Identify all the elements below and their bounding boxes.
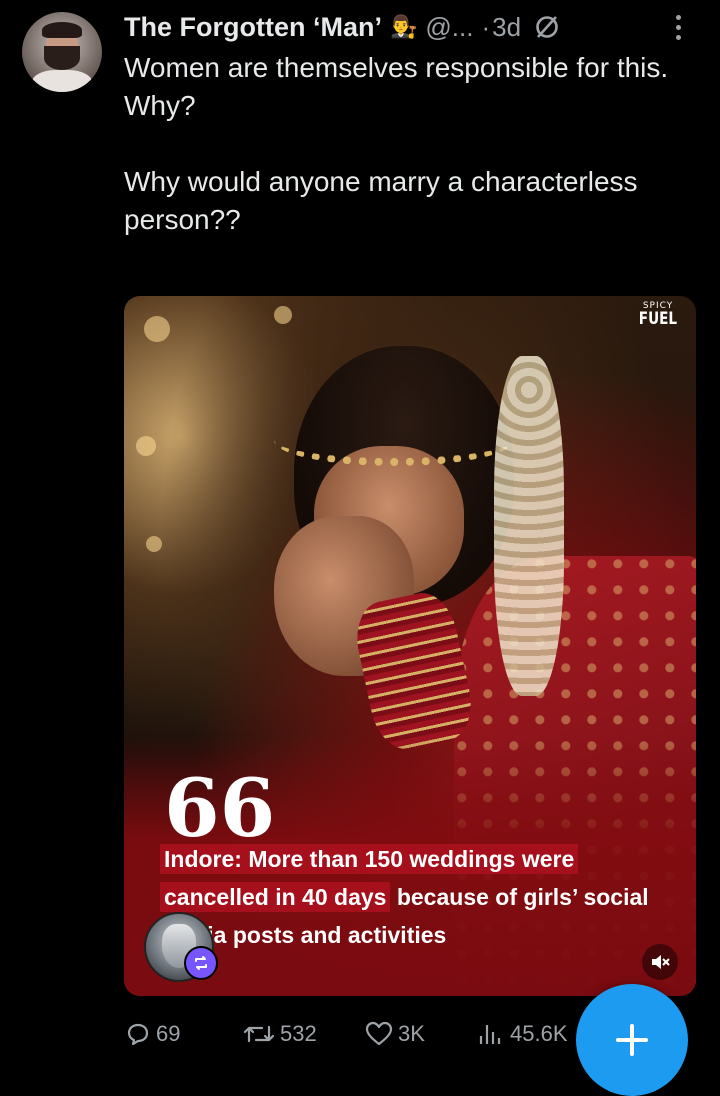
views-count: 45.6K: [510, 1021, 568, 1046]
author-name[interactable]: The Forgotten ‘Man’: [124, 12, 382, 43]
avatar-hair-shape: [42, 22, 82, 38]
head-jewelry-shape: [274, 414, 514, 466]
compose-button[interactable]: [576, 984, 688, 1096]
author-handle[interactable]: @...: [425, 12, 473, 43]
bokeh-light: [274, 306, 292, 324]
bokeh-light: [144, 316, 170, 342]
avatar-body-shape: [32, 70, 92, 92]
post-header: The Forgotten ‘Man’ 👨‍⚖️ @... · 3d: [124, 10, 561, 44]
reply-button[interactable]: 69: [124, 1016, 180, 1052]
post-text: Women are themselves responsible for thi…: [124, 52, 669, 235]
flower-garland-shape: [494, 356, 564, 696]
repost-count: 532: [280, 1021, 317, 1046]
media-headline: Indore: More than 150 weddings were canc…: [160, 840, 680, 954]
post-media-video[interactable]: SPICY FUEL 66 Indore: More than 150 wedd…: [124, 296, 696, 996]
author-avatar[interactable]: [22, 12, 102, 92]
bangles-shape: [349, 587, 479, 755]
time-separator: ·: [481, 11, 491, 42]
brand-logo: SPICY FUEL: [634, 302, 682, 328]
repost-button[interactable]: 532: [242, 1016, 317, 1052]
bokeh-light: [146, 536, 162, 552]
avatar-beard-shape: [44, 46, 80, 70]
post-actions: 69 532 3K 45.6K: [124, 1016, 584, 1052]
like-count: 3K: [398, 1021, 425, 1046]
reply-icon: [127, 1023, 149, 1046]
repost-badge-icon: [184, 946, 218, 980]
reply-count: 69: [156, 1021, 181, 1046]
author-emoji: 👨‍⚖️: [389, 14, 418, 39]
post-time[interactable]: 3d: [492, 12, 521, 43]
like-button[interactable]: 3K: [364, 1016, 425, 1052]
more-options-icon[interactable]: [668, 12, 688, 42]
brand-logo-big: FUEL: [638, 309, 678, 329]
repost-icon: [243, 1025, 275, 1043]
quote-mark-icon: 66: [164, 761, 276, 855]
more-dot: [676, 25, 681, 30]
views-button[interactable]: 45.6K: [476, 1016, 568, 1052]
plus-icon: [616, 1024, 648, 1056]
views-chart-icon: [479, 1025, 501, 1044]
no-entry-icon: [533, 13, 561, 41]
more-dot: [676, 35, 681, 40]
more-dot: [676, 15, 681, 20]
mute-icon[interactable]: [642, 944, 678, 980]
heart-icon: [365, 1021, 393, 1046]
bokeh-light: [136, 436, 156, 456]
